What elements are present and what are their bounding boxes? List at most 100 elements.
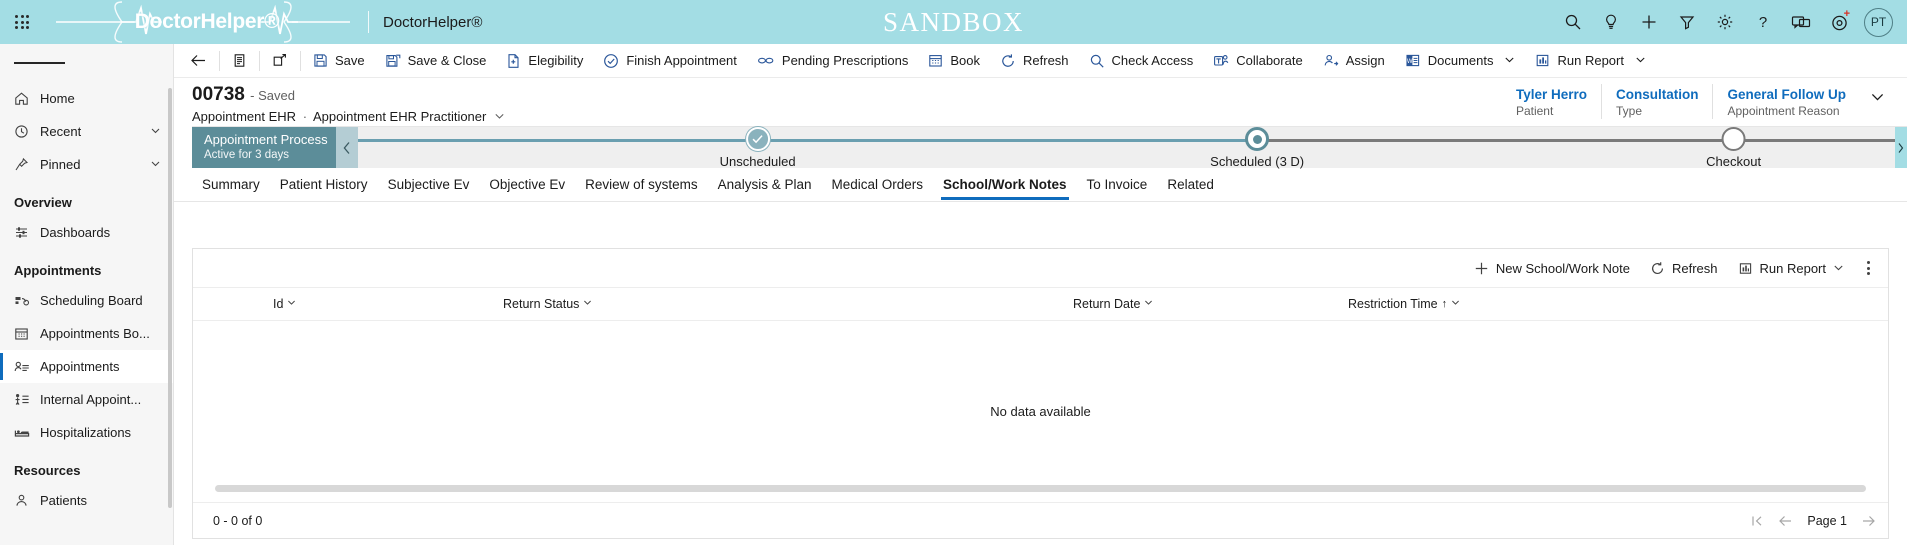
subgrid-toolbar: New School/Work Note Refresh Run Report [193,249,1888,287]
sidebar-item-patients[interactable]: Patients [0,484,173,517]
report-icon [1535,53,1550,68]
feedback-icon[interactable] [1782,0,1820,44]
chevron-down-icon[interactable] [1144,298,1153,310]
chevron-left-icon[interactable] [336,127,358,168]
new-school-work-note-button[interactable]: New School/Work Note [1464,252,1640,284]
tab-school-work-notes[interactable]: School/Work Notes [933,168,1077,202]
process-stage-checkout[interactable]: Checkout [1706,127,1761,169]
form-name[interactable]: Appointment EHR Practitioner [313,109,486,124]
chevron-down-icon[interactable] [494,112,505,124]
tab-subjective-ev[interactable]: Subjective Ev [378,168,480,202]
sidebar-item-recent[interactable]: Recent [0,115,173,148]
chevron-down-icon[interactable] [1451,298,1460,310]
avatar[interactable]: PT [1864,7,1893,37]
subgrid-horizontal-scrollbar[interactable] [215,485,1866,492]
command-label: Book [950,53,981,68]
column-header-return-status[interactable]: Return Status [503,297,592,311]
help-icon[interactable]: ? [1744,0,1782,44]
subgrid-run-report-button[interactable]: Run Report [1728,252,1854,284]
process-stage-unscheduled[interactable]: Unscheduled [720,127,796,169]
collaborate-button[interactable]: Collaborate [1203,44,1313,78]
column-header-restriction-time[interactable]: Restriction Time ↑ [1348,297,1460,311]
command-divider [259,50,260,71]
column-header-return-date[interactable]: Return Date [1073,297,1153,311]
column-header-id[interactable]: Id [273,297,296,311]
run-report-button[interactable]: Run Report [1525,44,1655,78]
assign-button[interactable]: Assign [1313,44,1395,78]
plus-icon[interactable] [1630,0,1668,44]
form-tab-strip: Summary Patient History Subjective Ev Ob… [174,168,1907,202]
sidebar-item-pinned[interactable]: Pinned [0,148,173,181]
pending-prescriptions-button[interactable]: Pending Prescriptions [747,44,918,78]
page-previous-icon[interactable] [1778,515,1793,527]
tab-summary[interactable]: Summary [192,168,270,202]
chevron-down-icon[interactable] [1833,261,1844,276]
assistant-icon[interactable]: + [1820,0,1858,44]
breadcrumb-separator: · [302,109,308,124]
sidebar-item-appointments[interactable]: Appointments [0,350,173,383]
app-launcher-button[interactable] [0,0,44,44]
page-next-icon[interactable] [1861,515,1876,527]
chevron-down-icon[interactable] [583,298,592,310]
tab-medical-orders[interactable]: Medical Orders [821,168,933,202]
sidebar-item-label: Recent [40,124,82,139]
chevron-down-icon[interactable] [1860,84,1893,108]
chevron-down-icon[interactable] [1504,53,1515,68]
refresh-button[interactable]: Refresh [990,44,1079,78]
sidebar-item-appointments-board[interactable]: Appointments Bo... [0,317,173,350]
process-title-block[interactable]: Appointment Process Active for 3 days [192,127,336,168]
stage-label: Checkout [1706,154,1762,169]
kebab-menu-icon[interactable] [1854,252,1882,284]
patient-icon [14,493,40,508]
tab-objective-ev[interactable]: Objective Ev [479,168,575,202]
lightbulb-icon[interactable] [1592,0,1630,44]
documents-button[interactable]: W Documents [1395,44,1526,78]
stage-duration: (3 D) [1275,154,1305,169]
filter-icon[interactable] [1668,0,1706,44]
menu-icon[interactable] [0,44,173,82]
save-close-icon [385,53,401,68]
column-header-label: Return Date [1073,297,1141,311]
header-field-value[interactable]: Tyler Herro [1516,86,1587,103]
sidebar-item-home[interactable]: Home [0,82,173,115]
chevron-down-icon[interactable] [150,157,161,172]
back-button[interactable] [180,44,217,78]
eligibility-icon [506,53,521,68]
sidebar-item-hospitalizations[interactable]: Hospitalizations [0,416,173,449]
header-field-value[interactable]: General Follow Up [1727,86,1846,103]
tab-to-invoice[interactable]: To Invoice [1077,168,1158,202]
chevron-down-icon[interactable] [287,298,296,310]
assign-user-icon [1323,53,1339,68]
tab-review-of-systems[interactable]: Review of systems [575,168,708,202]
sidebar-item-internal-appointments[interactable]: Internal Appoint... [0,383,173,416]
save-button[interactable]: Save [303,44,375,78]
tab-label: Summary [202,177,260,192]
sidebar-scrollbar[interactable] [168,88,172,508]
subgrid-refresh-button[interactable]: Refresh [1640,252,1728,284]
page-first-icon[interactable] [1750,515,1764,527]
brand-logo[interactable]: DoctorHelper® [52,0,362,44]
finish-appointment-button[interactable]: Finish Appointment [593,44,747,78]
tab-analysis-and-plan[interactable]: Analysis & Plan [708,168,822,202]
tab-patient-history[interactable]: Patient History [270,168,378,202]
form-selector-button[interactable] [222,44,257,78]
save-and-close-button[interactable]: Save & Close [375,44,497,78]
popout-button[interactable] [262,44,298,78]
eligibility-button[interactable]: Elegibility [496,44,593,78]
process-stage-scheduled[interactable]: Scheduled (3 D) [1210,127,1304,169]
tab-label: Objective Ev [489,177,566,192]
gear-icon[interactable] [1706,0,1744,44]
sidebar-item-scheduling-board[interactable]: Scheduling Board [0,284,173,317]
sidebar-group-appointments: Appointments [14,263,102,278]
search-icon[interactable] [1554,0,1592,44]
header-field-value[interactable]: Consultation [1616,86,1699,103]
header-field-patient: Tyler Herro Patient [1502,84,1601,119]
chevron-down-icon[interactable] [150,124,161,139]
book-button[interactable]: Book [918,44,990,78]
scheduling-board-icon [14,293,40,308]
tab-related[interactable]: Related [1157,168,1224,202]
chevron-down-icon[interactable] [1635,53,1646,68]
column-header-label: Return Status [503,297,580,311]
check-access-button[interactable]: Check Access [1079,44,1204,78]
sidebar-item-dashboards[interactable]: Dashboards [0,216,173,249]
